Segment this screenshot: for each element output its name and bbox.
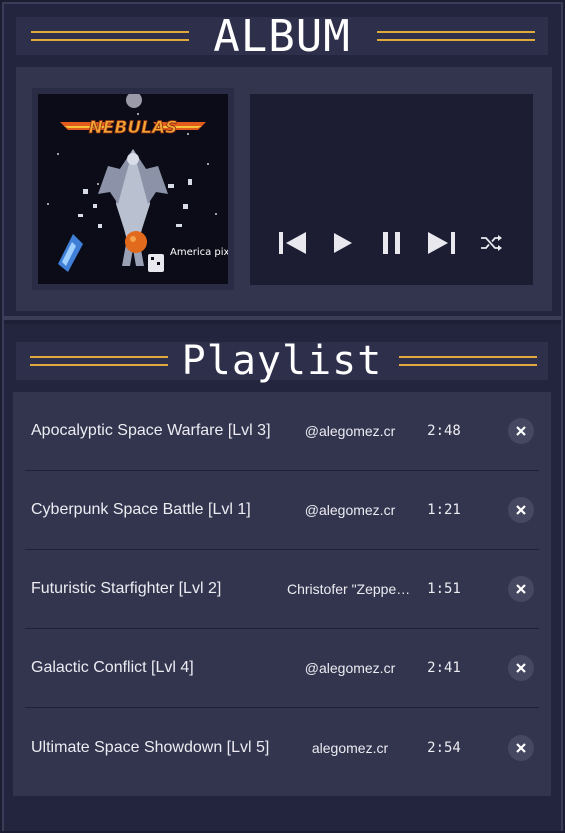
track-title: Galactic Conflict [Lvl 4]	[31, 659, 194, 676]
remove-track-button[interactable]	[508, 418, 534, 444]
track-list: Apocalyptic Space Warfare [Lvl 3] @alego…	[13, 392, 551, 796]
close-icon	[516, 505, 526, 515]
track-title: Futuristic Starfighter [Lvl 2]	[31, 580, 222, 597]
remove-track-button[interactable]	[508, 576, 534, 602]
track-row[interactable]: Galactic Conflict [Lvl 4] @alegomez.cr 2…	[25, 629, 539, 708]
pause-icon	[382, 232, 400, 254]
track-title: Cyberpunk Space Battle [Lvl 1]	[31, 501, 251, 518]
previous-track-icon	[278, 232, 306, 254]
cover-publisher-text: America pixel games.	[170, 247, 228, 258]
remove-track-button[interactable]	[508, 655, 534, 681]
album-body: NEBULAS America pix	[16, 67, 552, 311]
track-title: Ultimate Space Showdown [Lvl 5]	[31, 738, 270, 756]
track-row[interactable]: Futuristic Starfighter [Lvl 2] Christofe…	[25, 550, 539, 629]
remove-track-button[interactable]	[508, 734, 534, 761]
track-duration: 2:41	[427, 660, 461, 676]
next-button[interactable]	[417, 225, 467, 261]
track-title: Apocalyptic Space Warfare [Lvl 3]	[31, 422, 271, 439]
album-cover-image: NEBULAS America pix	[38, 94, 228, 284]
track-row[interactable]: Apocalyptic Space Warfare [Lvl 3] @alego…	[25, 392, 539, 471]
shuffle-icon	[480, 235, 502, 251]
previous-button[interactable]	[267, 225, 317, 261]
playlist-header: Playlist	[16, 338, 548, 384]
album-cover-art: NEBULAS America pix	[38, 94, 228, 284]
track-artist: @alegomez.cr	[304, 423, 396, 439]
track-duration: 1:51	[427, 581, 461, 597]
player-panel	[250, 94, 533, 285]
track-artist: Christofer "Zeppelin"	[287, 581, 413, 597]
playlist-section: Playlist Apocalyptic Space Warfare [Lvl …	[4, 324, 561, 831]
track-duration: 2:48	[427, 423, 461, 439]
next-track-icon	[427, 232, 455, 254]
play-button[interactable]	[317, 225, 367, 261]
track-artist: @alegomez.cr	[304, 502, 396, 518]
remove-track-button[interactable]	[508, 497, 534, 523]
playlist-title: Playlist	[181, 338, 383, 384]
play-icon	[333, 233, 352, 253]
track-row[interactable]: Ultimate Space Showdown [Lvl 5] alegomez…	[25, 708, 539, 787]
player-controls	[250, 225, 533, 261]
close-icon	[516, 426, 526, 436]
track-row[interactable]: Cyberpunk Space Battle [Lvl 1] @alegomez…	[25, 471, 539, 550]
pause-button[interactable]	[367, 225, 417, 261]
close-icon	[516, 742, 526, 753]
close-icon	[516, 584, 526, 594]
album-cover-frame: NEBULAS America pix	[32, 88, 234, 290]
shuffle-button[interactable]	[467, 225, 517, 261]
close-icon	[516, 663, 526, 673]
track-duration: 2:54	[427, 739, 461, 756]
track-duration: 1:21	[427, 502, 461, 518]
cover-logo-text: NEBULAS	[89, 118, 178, 138]
track-artist: @alegomez.cr	[304, 660, 396, 676]
album-section: ALBUM NEBULAS America pix	[4, 4, 561, 320]
album-header: ALBUM	[16, 11, 548, 62]
track-artist: alegomez.cr	[311, 739, 389, 756]
album-title: ALBUM	[213, 11, 351, 62]
